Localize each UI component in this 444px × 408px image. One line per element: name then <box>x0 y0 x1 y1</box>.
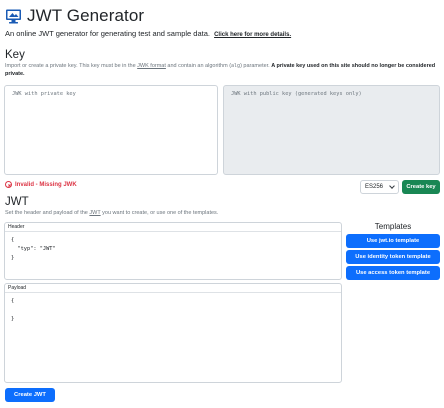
access-token-template-button[interactable]: Use access token template <box>346 266 440 280</box>
jwt-desc-text: Set the header and payload of the <box>5 210 90 216</box>
templates-title: Templates <box>374 222 412 231</box>
jwt-link[interactable]: JWT <box>89 210 100 216</box>
page-subtitle: An online JWT generator for generating t… <box>5 29 291 38</box>
key-desc-text-3: ) parameter. <box>240 63 272 69</box>
key-status: Invalid - Missing JWK <box>5 181 77 188</box>
divider <box>5 231 341 232</box>
private-key-textarea[interactable]: JWK with private key <box>4 85 218 175</box>
payload-label: Payload <box>8 285 27 291</box>
jwt-description: Set the header and payload of the JWT yo… <box>5 210 218 216</box>
create-key-button[interactable]: Create key <box>402 180 440 194</box>
algorithm-select-value: ES256 <box>365 184 384 190</box>
error-circle-icon <box>5 181 12 188</box>
key-desc-text: Import or create a private key. This key… <box>5 63 138 69</box>
header-json[interactable]: { "typ": "JWT" } <box>11 236 56 263</box>
public-key-textarea: JWK with public key (generated keys only… <box>223 85 440 175</box>
payload-json[interactable]: { } <box>11 297 14 324</box>
payload-editor[interactable]: Payload { } <box>4 283 342 383</box>
page-title: JWT Generator <box>27 6 145 25</box>
app-header: JWT Generator <box>5 6 144 26</box>
key-description: Import or create a private key. This key… <box>5 62 441 78</box>
create-jwt-button[interactable]: Create JWT <box>5 388 55 402</box>
divider <box>5 292 341 293</box>
key-desc-text-2: and contain an algorithm ( <box>165 63 232 69</box>
algorithm-select[interactable]: ES256 <box>360 180 399 194</box>
identity-token-template-button[interactable]: Use identity token template <box>346 250 440 264</box>
jwt-heading: JWT <box>5 196 29 208</box>
header-editor[interactable]: Header { "typ": "JWT" } <box>4 222 342 280</box>
jwt-desc-text-2: you want to create, or use one of the te… <box>100 210 219 216</box>
jwtio-template-button[interactable]: Use jwt.io template <box>346 234 440 248</box>
chevron-down-icon <box>389 183 395 189</box>
more-details-link[interactable]: Click here for more details. <box>214 32 291 38</box>
header-label: Header <box>8 224 25 230</box>
subtitle-text: An online JWT generator for generating t… <box>5 29 210 38</box>
key-heading: Key <box>5 49 25 61</box>
computer-icon <box>6 9 21 23</box>
jwk-format-link[interactable]: JWK format <box>137 63 166 69</box>
key-status-text: Invalid - Missing JWK <box>15 181 77 188</box>
alg-code: alg <box>231 63 241 69</box>
